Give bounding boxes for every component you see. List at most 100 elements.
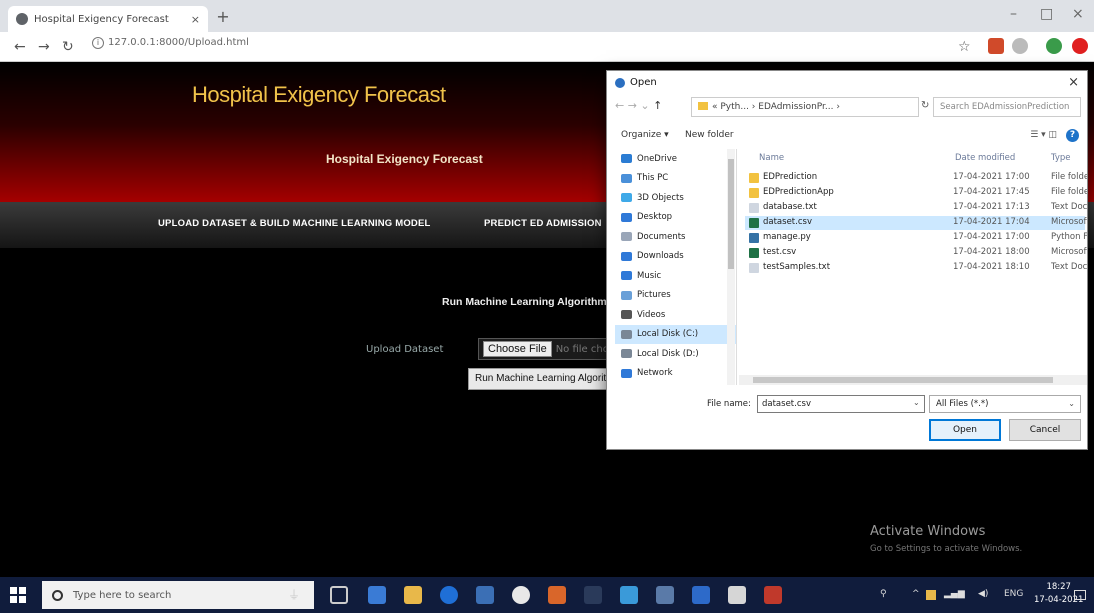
sidebar-item-label: OneDrive (637, 153, 677, 164)
column-type[interactable]: Type (1051, 153, 1071, 163)
choose-file-button[interactable]: Choose File (483, 341, 552, 357)
path-breadcrumb[interactable]: « Pyth... › EDAdmissionPr... › (691, 97, 919, 117)
sidebar-item[interactable]: Local Disk (D:) (615, 344, 736, 364)
nav-upload-dataset[interactable]: UPLOAD DATASET & BUILD MACHINE LEARNING … (158, 218, 431, 229)
search-icon (52, 589, 63, 601)
sidebar-item[interactable]: Local Disk (C:) (615, 324, 736, 344)
filetype-value: All Files (*.*) (936, 399, 989, 409)
sidebar-item[interactable]: Documents (615, 227, 736, 247)
profile-icon[interactable] (1046, 38, 1062, 54)
opera-icon[interactable] (1072, 38, 1088, 54)
file-explorer-icon[interactable] (404, 586, 422, 604)
dialog-nav-arrows[interactable]: ← → ⌄ ↑ (615, 99, 662, 112)
upload-dataset-label: Upload Dataset (366, 344, 444, 355)
task-view-icon[interactable] (330, 586, 348, 604)
nav-predict-ed[interactable]: PREDICT ED ADMISSION (484, 218, 602, 229)
run-algorithm-button[interactable]: Run Machine Learning Algorithm (468, 368, 628, 390)
file-row[interactable]: manage.py 17-04-2021 17:00 Python File (745, 231, 1087, 245)
filename-input[interactable]: dataset.csv (757, 395, 925, 413)
volume-icon[interactable]: ◀) (978, 589, 988, 599)
edge-icon[interactable] (440, 586, 458, 604)
file-name: testSamples.txt (763, 262, 831, 272)
help-icon[interactable]: ? (1066, 129, 1079, 142)
filename-dropdown-icon[interactable]: ⌄ (913, 398, 920, 407)
snip-icon[interactable] (764, 586, 782, 604)
minimize-button[interactable]: – (1010, 6, 1017, 22)
back-icon[interactable]: ← (14, 39, 26, 55)
settings-icon[interactable] (656, 586, 674, 604)
address-bar: ← → ↻ i 127.0.0.1:8000/Upload.html ☆ (0, 32, 1094, 62)
organize-button[interactable]: Organize ▾ (621, 130, 669, 140)
notification-icon[interactable] (1074, 590, 1086, 600)
app-icon[interactable] (548, 586, 566, 604)
folder-icon (621, 310, 632, 320)
view-options-icon[interactable]: ☰ ▾ ◫ (1030, 130, 1057, 140)
photos-icon[interactable] (620, 586, 638, 604)
globe-icon (16, 13, 28, 25)
terminal-icon[interactable] (584, 586, 602, 604)
file-list-hscroll[interactable] (739, 375, 1087, 385)
chrome-taskbar-icon[interactable] (512, 586, 530, 604)
new-tab-button[interactable]: + (214, 8, 232, 26)
sidebar-scroll-thumb[interactable] (728, 159, 734, 269)
dialog-search-input[interactable]: Search EDAdmissionPrediction (933, 97, 1081, 117)
windows-start-icon[interactable] (10, 587, 26, 603)
sidebar-item[interactable]: OneDrive (615, 149, 736, 169)
forward-icon[interactable]: → (38, 39, 50, 55)
people-icon[interactable]: ⚲ (880, 589, 887, 599)
sidebar-item[interactable]: Music (615, 266, 736, 286)
language-indicator[interactable]: ENG (1004, 589, 1023, 599)
filetype-select[interactable]: All Files (*.*) ⌄ (929, 395, 1081, 413)
network-icon[interactable]: ▂▄▆ (944, 589, 965, 599)
info-icon[interactable]: i (92, 37, 104, 49)
notepad-icon[interactable] (692, 586, 710, 604)
activate-windows-subtitle: Go to Settings to activate Windows. (870, 544, 1023, 554)
paint-icon[interactable] (728, 586, 746, 604)
microphone-icon[interactable]: ⏚ (288, 586, 306, 604)
column-date[interactable]: Date modified (955, 153, 1015, 163)
reload-icon[interactable]: ↻ (62, 39, 74, 55)
file-row[interactable]: test.csv 17-04-2021 18:00 Microsoft Excel (745, 246, 1087, 260)
path-text: « Pyth... › EDAdmissionPr... › (712, 102, 840, 112)
sidebar-item[interactable]: This PC (615, 169, 736, 189)
file-row[interactable]: EDPredictionApp 17-04-2021 17:45 File fold… (745, 186, 1087, 200)
hscroll-thumb[interactable] (753, 377, 1053, 383)
file-row[interactable]: EDPrediction 17-04-2021 17:00 File folder (745, 171, 1087, 185)
maximize-button[interactable]: □ (1040, 6, 1053, 22)
sidebar-item-label: Local Disk (D:) (637, 348, 699, 359)
dialog-close-button[interactable]: × (1068, 75, 1079, 90)
sidebar-item-label: Network (637, 368, 673, 379)
open-button[interactable]: Open (929, 419, 1001, 441)
sidebar-item[interactable]: 3D Objects (615, 188, 736, 208)
tab-title: Hospital Exigency Forecast (34, 13, 169, 25)
file-type: Text Document (1051, 202, 1087, 212)
url-field[interactable]: i 127.0.0.1:8000/Upload.html (92, 37, 249, 49)
close-window-button[interactable]: × (1072, 6, 1084, 22)
tab-close-icon[interactable]: × (191, 13, 200, 26)
star-icon[interactable]: ☆ (958, 39, 971, 55)
tab-hospital[interactable]: Hospital Exigency Forecast × (8, 6, 208, 32)
sidebar-item[interactable]: Downloads (615, 247, 736, 267)
file-row[interactable]: dataset.csv 17-04-2021 17:04 Microsoft Exc… (745, 216, 1087, 230)
folder-icon (621, 173, 632, 183)
python-icon[interactable] (476, 586, 494, 604)
sidebar-item[interactable]: Desktop (615, 208, 736, 228)
search-icon[interactable] (1012, 38, 1028, 54)
browser-tab-bar: Hospital Exigency Forecast × + – □ × (0, 0, 1094, 32)
cancel-button[interactable]: Cancel (1009, 419, 1081, 441)
refresh-icon[interactable]: ↻ (921, 100, 929, 111)
sidebar-item[interactable]: Pictures (615, 286, 736, 306)
tray-chevron-icon[interactable]: ^ (912, 589, 920, 599)
file-row[interactable]: testSamples.txt 17-04-2021 18:10 Text Docu… (745, 261, 1087, 275)
new-folder-button[interactable]: New folder (685, 130, 734, 140)
sidebar-item[interactable]: Videos (615, 305, 736, 325)
sidebar-scrollbar[interactable] (727, 149, 735, 385)
tray-app-icon[interactable] (926, 590, 936, 600)
file-row[interactable]: database.txt 17-04-2021 17:13 Text Documen… (745, 201, 1087, 215)
extension-icon[interactable] (988, 38, 1004, 54)
store-icon[interactable] (368, 586, 386, 604)
sidebar-item[interactable]: Network (615, 364, 736, 384)
column-name[interactable]: Name (759, 153, 784, 163)
folder-icon (621, 290, 632, 300)
taskbar-search[interactable]: Type here to search (42, 581, 314, 609)
